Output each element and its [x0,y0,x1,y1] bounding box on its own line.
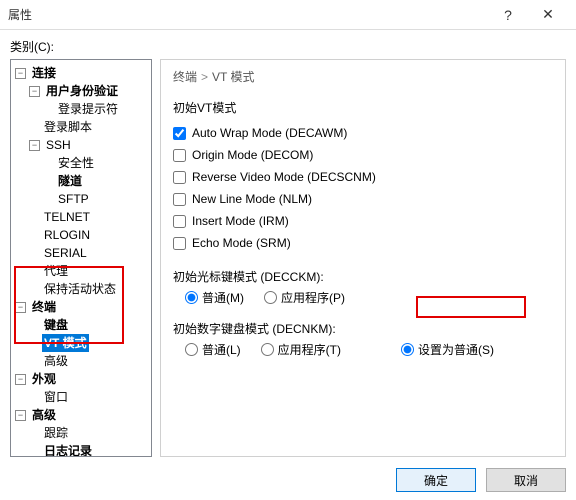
breadcrumb-root: 终端 [173,70,197,84]
radio-label: 应用程序(T) [278,341,341,358]
checkbox-label: Echo Mode (SRM) [192,232,291,254]
expand-icon[interactable]: − [15,374,26,385]
checkbox-row[interactable]: New Line Mode (NLM) [173,188,553,210]
vtmode-checkboxes: Auto Wrap Mode (DECAWM)Origin Mode (DECO… [161,122,565,262]
breadcrumb: 终端 > VT 模式 [161,60,565,95]
expand-icon[interactable]: − [15,302,26,313]
window-title: 属性 [8,6,488,23]
expand-icon[interactable]: − [29,86,40,97]
tree-item-sftp[interactable]: SFTP [56,190,91,208]
checkbox-input[interactable] [173,127,186,140]
category-tree-panel[interactable]: −连接 −用户身份验证 登录提示符 登录脚本 −SSH 安全性 [10,59,152,457]
tree-item-login-script[interactable]: 登录脚本 [42,118,94,136]
radio-input[interactable] [185,291,198,304]
checkbox-row[interactable]: Insert Mode (IRM) [173,210,553,232]
radio-input[interactable] [401,343,414,356]
tree-item-trace[interactable]: 跟踪 [42,424,70,442]
tree-item-vtmode[interactable]: VT 模式 [42,334,89,352]
checkbox-label: Reverse Video Mode (DECSCNM) [192,166,376,188]
radio-input[interactable] [185,343,198,356]
cancel-button[interactable]: 取消 [486,468,566,492]
tree-item-rlogin[interactable]: RLOGIN [42,226,92,244]
checkbox-input[interactable] [173,171,186,184]
ok-button[interactable]: 确定 [396,468,476,492]
checkbox-row[interactable]: Reverse Video Mode (DECSCNM) [173,166,553,188]
tree-item-terminal[interactable]: 终端 [30,298,58,316]
category-tree: −连接 −用户身份验证 登录提示符 登录脚本 −SSH 安全性 [13,64,149,457]
close-button[interactable]: ✕ [528,0,568,30]
category-label: 类别(C): [10,38,566,55]
settings-panel: 终端 > VT 模式 初始VT模式 Auto Wrap Mode (DECAWM)O… [160,59,566,457]
checkbox-label: Origin Mode (DECOM) [192,144,313,166]
tree-item-window[interactable]: 窗口 [42,388,70,406]
tree-item-keyboard[interactable]: 键盘 [42,316,70,334]
radio-input[interactable] [264,291,277,304]
radio-label: 应用程序(P) [281,289,345,306]
checkbox-label: New Line Mode (NLM) [192,188,312,210]
tree-item-login-prompt[interactable]: 登录提示符 [56,100,120,118]
radio-decnkm-setnormal[interactable]: 设置为普通(S) [401,341,494,358]
tree-item-logging[interactable]: 日志记录 [42,442,94,457]
decckm-radios: 普通(M) 应用程序(P) [161,287,565,314]
radio-label: 普通(L) [202,341,241,358]
radio-decnkm-normal[interactable]: 普通(L) [185,341,241,358]
tree-item-keepalive[interactable]: 保持活动状态 [42,280,118,298]
checkbox-input[interactable] [173,237,186,250]
expand-icon[interactable]: − [15,410,26,421]
checkbox-label: Insert Mode (IRM) [192,210,289,232]
radio-decnkm-app[interactable]: 应用程序(T) [261,341,341,358]
expand-icon[interactable]: − [15,68,26,79]
titlebar: 属性 ? ✕ [0,0,576,30]
group-title-decnkm: 初始数字键盘模式 (DECNKM): [161,314,565,339]
checkbox-row[interactable]: Echo Mode (SRM) [173,232,553,254]
checkbox-label: Auto Wrap Mode (DECAWM) [192,122,347,144]
section-title-vtmode: 初始VT模式 [161,95,565,122]
checkbox-row[interactable]: Origin Mode (DECOM) [173,144,553,166]
tree-item-telnet[interactable]: TELNET [42,208,92,226]
expand-icon[interactable]: − [29,140,40,151]
radio-input[interactable] [261,343,274,356]
checkbox-input[interactable] [173,215,186,228]
tree-item-appearance[interactable]: 外观 [30,370,58,388]
tree-item-ssh[interactable]: SSH [44,136,73,154]
group-title-decckm: 初始光标键模式 (DECCKM): [161,262,565,287]
tree-item-auth[interactable]: 用户身份验证 [44,82,120,100]
breadcrumb-leaf: VT 模式 [212,70,254,84]
checkbox-input[interactable] [173,149,186,162]
tree-item-serial[interactable]: SERIAL [42,244,89,262]
radio-decckm-normal[interactable]: 普通(M) [185,289,244,306]
radio-label: 普通(M) [202,289,244,306]
tree-item-connect[interactable]: 连接 [30,64,58,82]
tree-item-advanced2[interactable]: 高级 [30,406,58,424]
checkbox-row[interactable]: Auto Wrap Mode (DECAWM) [173,122,553,144]
help-button[interactable]: ? [488,0,528,30]
tree-item-security[interactable]: 安全性 [56,154,96,172]
radio-decckm-app[interactable]: 应用程序(P) [264,289,345,306]
tree-item-proxy[interactable]: 代理 [42,262,70,280]
tree-item-advanced[interactable]: 高级 [42,352,70,370]
checkbox-input[interactable] [173,193,186,206]
decnkm-radios: 普通(L) 应用程序(T) 设置为普通(S) [161,339,565,366]
tree-item-tunnel[interactable]: 隧道 [56,172,84,190]
dialog-buttons: 确定 取消 [396,468,566,492]
breadcrumb-sep: > [201,70,208,84]
dialog-content: 类别(C): −连接 −用户身份验证 登录提示符 登录脚本 −SS [0,30,576,465]
radio-label: 设置为普通(S) [418,341,494,358]
